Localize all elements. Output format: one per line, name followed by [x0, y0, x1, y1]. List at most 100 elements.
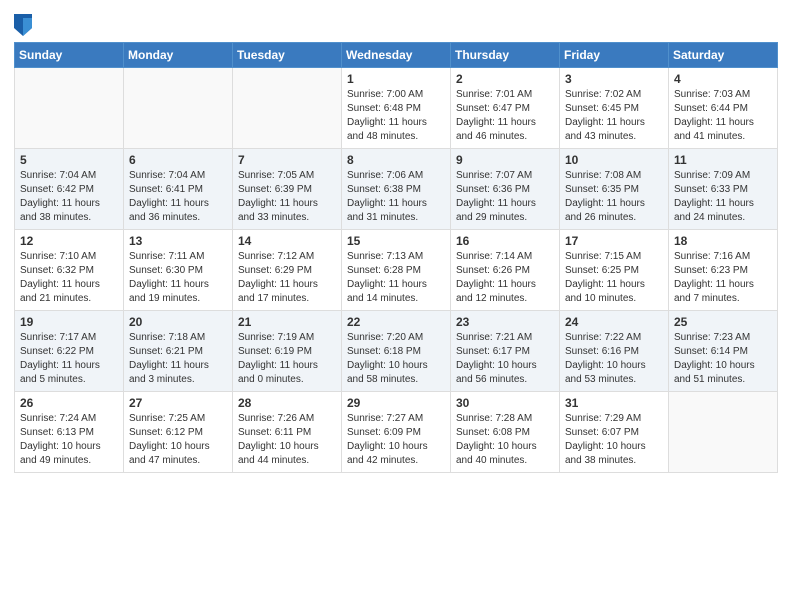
day-info: Sunrise: 7:15 AM Sunset: 6:25 PM Dayligh… [565, 250, 663, 306]
calendar-cell [669, 392, 778, 473]
calendar-cell: 17 Sunrise: 7:15 AM Sunset: 6:25 PM Dayli… [560, 230, 669, 311]
day-info: Sunrise: 7:28 AM Sunset: 6:08 PM Dayligh… [456, 412, 554, 468]
day-info: Sunrise: 7:11 AM Sunset: 6:30 PM Dayligh… [129, 250, 227, 306]
day-info: Sunrise: 7:05 AM Sunset: 6:39 PM Dayligh… [238, 169, 336, 225]
calendar-cell: 22 Sunrise: 7:20 AM Sunset: 6:18 PM Dayli… [342, 311, 451, 392]
calendar-cell: 4 Sunrise: 7:03 AM Sunset: 6:44 PM Daylig… [669, 68, 778, 149]
day-number: 23 [456, 315, 554, 329]
day-info: Sunrise: 7:14 AM Sunset: 6:26 PM Dayligh… [456, 250, 554, 306]
header-sunday: Sunday [15, 43, 124, 68]
day-info: Sunrise: 7:20 AM Sunset: 6:18 PM Dayligh… [347, 331, 445, 387]
day-number: 14 [238, 234, 336, 248]
calendar-cell: 25 Sunrise: 7:23 AM Sunset: 6:14 PM Dayli… [669, 311, 778, 392]
day-info: Sunrise: 7:16 AM Sunset: 6:23 PM Dayligh… [674, 250, 772, 306]
calendar-cell: 24 Sunrise: 7:22 AM Sunset: 6:16 PM Dayli… [560, 311, 669, 392]
day-number: 20 [129, 315, 227, 329]
calendar-cell: 3 Sunrise: 7:02 AM Sunset: 6:45 PM Daylig… [560, 68, 669, 149]
day-info: Sunrise: 7:07 AM Sunset: 6:36 PM Dayligh… [456, 169, 554, 225]
day-number: 4 [674, 72, 772, 86]
page: Sunday Monday Tuesday Wednesday Thursday… [0, 0, 792, 612]
day-number: 9 [456, 153, 554, 167]
calendar-cell: 15Sunrise: 7:13 AM Sunset: 6:28 PM Dayli… [342, 230, 451, 311]
day-number: 8 [347, 153, 445, 167]
day-info: Sunrise: 7:01 AM Sunset: 6:47 PM Dayligh… [456, 88, 554, 144]
weekday-header-row: Sunday Monday Tuesday Wednesday Thursday… [15, 43, 778, 68]
day-number: 26 [20, 396, 118, 410]
header-friday: Friday [560, 43, 669, 68]
calendar-cell: 16 Sunrise: 7:14 AM Sunset: 6:26 PM Dayli… [451, 230, 560, 311]
day-number: 21 [238, 315, 336, 329]
day-info: Sunrise: 7:06 AM Sunset: 6:38 PM Dayligh… [347, 169, 445, 225]
calendar-cell: 20 Sunrise: 7:18 AM Sunset: 6:21 PM Dayli… [124, 311, 233, 392]
day-info: Sunrise: 7:25 AM Sunset: 6:12 PM Dayligh… [129, 412, 227, 468]
day-info: Sunrise: 7:12 AM Sunset: 6:29 PM Dayligh… [238, 250, 336, 306]
header-tuesday: Tuesday [233, 43, 342, 68]
day-info: Sunrise: 7:02 AM Sunset: 6:45 PM Dayligh… [565, 88, 663, 144]
calendar-week-row: 26 Sunrise: 7:24 AM Sunset: 6:13 PM Dayli… [15, 392, 778, 473]
day-info: Sunrise: 7:08 AM Sunset: 6:35 PM Dayligh… [565, 169, 663, 225]
calendar-cell: 30 Sunrise: 7:28 AM Sunset: 6:08 PM Dayli… [451, 392, 560, 473]
calendar-cell [15, 68, 124, 149]
day-info: Sunrise: 7:18 AM Sunset: 6:21 PM Dayligh… [129, 331, 227, 387]
calendar-cell: 26 Sunrise: 7:24 AM Sunset: 6:13 PM Dayli… [15, 392, 124, 473]
day-info: Sunrise: 7:10 AM Sunset: 6:32 PM Dayligh… [20, 250, 118, 306]
calendar-cell [124, 68, 233, 149]
calendar-cell: 19Sunrise: 7:17 AM Sunset: 6:22 PM Dayli… [15, 311, 124, 392]
day-number: 19 [20, 315, 118, 329]
day-info: Sunrise: 7:29 AM Sunset: 6:07 PM Dayligh… [565, 412, 663, 468]
day-number: 6 [129, 153, 227, 167]
calendar-cell [233, 68, 342, 149]
calendar-cell: 5Sunrise: 7:04 AM Sunset: 6:42 PM Daylig… [15, 149, 124, 230]
day-number: 18 [674, 234, 772, 248]
calendar-cell: 21 Sunrise: 7:19 AM Sunset: 6:19 PM Dayli… [233, 311, 342, 392]
day-number: 27 [129, 396, 227, 410]
day-number: 3 [565, 72, 663, 86]
day-number: 17 [565, 234, 663, 248]
day-info: Sunrise: 7:23 AM Sunset: 6:14 PM Dayligh… [674, 331, 772, 387]
calendar-week-row: 12 Sunrise: 7:10 AM Sunset: 6:32 PM Dayli… [15, 230, 778, 311]
day-number: 16 [456, 234, 554, 248]
day-info: Sunrise: 7:19 AM Sunset: 6:19 PM Dayligh… [238, 331, 336, 387]
day-info: Sunrise: 7:27 AM Sunset: 6:09 PM Dayligh… [347, 412, 445, 468]
calendar-cell: 18 Sunrise: 7:16 AM Sunset: 6:23 PM Dayli… [669, 230, 778, 311]
calendar-cell: 2 Sunrise: 7:01 AM Sunset: 6:47 PM Daylig… [451, 68, 560, 149]
day-info: Sunrise: 7:00 AM Sunset: 6:48 PM Dayligh… [347, 88, 445, 144]
calendar-cell: 13 Sunrise: 7:11 AM Sunset: 6:30 PM Dayli… [124, 230, 233, 311]
day-number: 31 [565, 396, 663, 410]
day-number: 25 [674, 315, 772, 329]
day-info: Sunrise: 7:24 AM Sunset: 6:13 PM Dayligh… [20, 412, 118, 468]
day-info: Sunrise: 7:04 AM Sunset: 6:42 PM Dayligh… [20, 169, 118, 225]
day-number: 22 [347, 315, 445, 329]
calendar-cell: 29Sunrise: 7:27 AM Sunset: 6:09 PM Dayli… [342, 392, 451, 473]
day-info: Sunrise: 7:03 AM Sunset: 6:44 PM Dayligh… [674, 88, 772, 144]
day-number: 13 [129, 234, 227, 248]
calendar-cell: 8 Sunrise: 7:06 AM Sunset: 6:38 PM Daylig… [342, 149, 451, 230]
day-info: Sunrise: 7:09 AM Sunset: 6:33 PM Dayligh… [674, 169, 772, 225]
calendar-cell: 9 Sunrise: 7:07 AM Sunset: 6:36 PM Daylig… [451, 149, 560, 230]
logo-icon [14, 14, 32, 36]
day-number: 2 [456, 72, 554, 86]
calendar-cell: 28 Sunrise: 7:26 AM Sunset: 6:11 PM Dayli… [233, 392, 342, 473]
header-wednesday: Wednesday [342, 43, 451, 68]
calendar-cell: 14 Sunrise: 7:12 AM Sunset: 6:29 PM Dayli… [233, 230, 342, 311]
day-number: 24 [565, 315, 663, 329]
calendar: Sunday Monday Tuesday Wednesday Thursday… [14, 42, 778, 473]
calendar-cell: 10 Sunrise: 7:08 AM Sunset: 6:35 PM Dayli… [560, 149, 669, 230]
day-number: 28 [238, 396, 336, 410]
day-number: 10 [565, 153, 663, 167]
calendar-cell: 1 Sunrise: 7:00 AM Sunset: 6:48 PM Daylig… [342, 68, 451, 149]
calendar-cell: 27 Sunrise: 7:25 AM Sunset: 6:12 PM Dayli… [124, 392, 233, 473]
day-info: Sunrise: 7:04 AM Sunset: 6:41 PM Dayligh… [129, 169, 227, 225]
day-number: 1 [347, 72, 445, 86]
day-info: Sunrise: 7:22 AM Sunset: 6:16 PM Dayligh… [565, 331, 663, 387]
day-number: 30 [456, 396, 554, 410]
calendar-week-row: 5Sunrise: 7:04 AM Sunset: 6:42 PM Daylig… [15, 149, 778, 230]
header-monday: Monday [124, 43, 233, 68]
calendar-week-row: 19Sunrise: 7:17 AM Sunset: 6:22 PM Dayli… [15, 311, 778, 392]
header-area [14, 10, 778, 36]
calendar-week-row: 1 Sunrise: 7:00 AM Sunset: 6:48 PM Daylig… [15, 68, 778, 149]
logo [14, 14, 35, 36]
day-number: 12 [20, 234, 118, 248]
day-number: 7 [238, 153, 336, 167]
day-info: Sunrise: 7:26 AM Sunset: 6:11 PM Dayligh… [238, 412, 336, 468]
